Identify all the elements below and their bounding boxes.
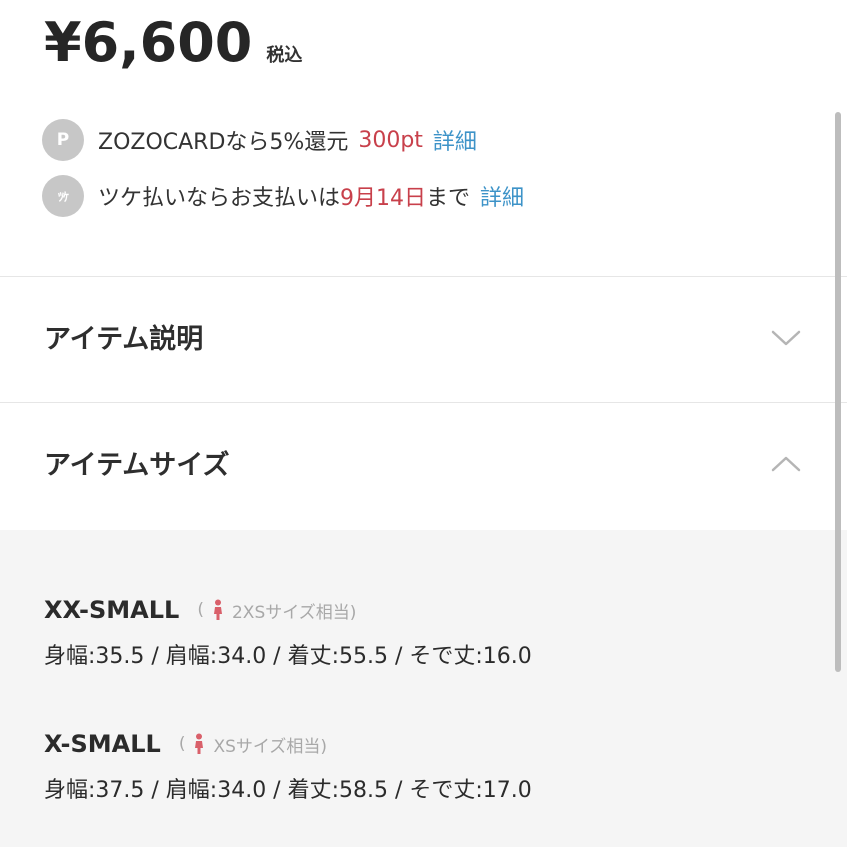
item-description-title: アイテム説明	[44, 324, 204, 355]
item-size-accordion[interactable]: アイテムサイズ	[0, 404, 847, 530]
zozocard-benefit: P ZOZOCARDなら5%還元 300pt 詳細	[42, 118, 477, 162]
divider	[0, 402, 847, 403]
tax-label: 税込	[266, 45, 303, 66]
zozocard-details-link[interactable]: 詳細	[433, 124, 477, 156]
size-measurements: 身幅:35.5 / 肩幅:34.0 / 着丈:55.5 / そで丈:16.0	[44, 644, 532, 669]
tsuke-benefit-text-before: ツケ払いならお支払いは	[98, 186, 341, 211]
size-equivalent: ( XSサイズ相当)	[179, 732, 327, 757]
item-description-accordion[interactable]: アイテム説明	[0, 278, 847, 402]
size-equivalent-open: (	[178, 734, 186, 754]
price-row: ¥6,600 税込	[44, 8, 302, 78]
tsuke-benefit-text-after: まで	[426, 186, 471, 211]
tsuke-icon: ﾂｹ	[42, 175, 84, 217]
payment-due-date: 9月14日	[340, 186, 427, 211]
size-entry: X-SMALL ( XSサイズ相当) 身幅:37.5 / 肩幅:34.0 / 着…	[44, 726, 532, 804]
chevron-up-icon	[771, 456, 801, 472]
size-measurements: 身幅:37.5 / 肩幅:34.0 / 着丈:58.5 / そで丈:17.0	[44, 778, 532, 803]
size-name-row: X-SMALL ( XSサイズ相当)	[44, 726, 532, 762]
size-equivalent: ( 2XSサイズ相当)	[197, 598, 356, 623]
size-name: X-SMALL	[44, 730, 161, 758]
vertical-scrollbar[interactable]	[835, 112, 841, 672]
price-section: ¥6,600 税込 P ZOZOCARDなら5%還元 300pt 詳細 ﾂｹ ツ…	[0, 0, 847, 276]
person-icon	[195, 733, 204, 754]
tsuke-details-link[interactable]: 詳細	[480, 180, 524, 212]
size-equivalent-text: 2XSサイズ相当)	[231, 602, 357, 623]
person-icon	[213, 599, 222, 620]
size-name: XX-SMALL	[44, 596, 180, 624]
size-equivalent-text: XSサイズ相当)	[213, 736, 328, 757]
item-size-panel: XX-SMALL ( 2XSサイズ相当) 身幅:35.5 / 肩幅:34.0 /…	[0, 530, 847, 847]
size-entry: XX-SMALL ( 2XSサイズ相当) 身幅:35.5 / 肩幅:34.0 /…	[44, 592, 532, 670]
points-value: 300pt	[358, 127, 423, 153]
point-icon: P	[42, 119, 84, 161]
divider	[0, 276, 847, 277]
size-name-row: XX-SMALL ( 2XSサイズ相当)	[44, 592, 532, 628]
tsuke-payment-benefit: ﾂｹ ツケ払いならお支払いは 9月14日 まで 詳細	[42, 174, 524, 218]
price-amount: ¥6,600	[44, 11, 253, 74]
item-size-title: アイテムサイズ	[44, 450, 230, 481]
item-detail-page: ¥6,600 税込 P ZOZOCARDなら5%還元 300pt 詳細 ﾂｹ ツ…	[0, 0, 847, 847]
zozocard-benefit-text: ZOZOCARDなら5%還元	[98, 130, 349, 155]
size-equivalent-open: (	[197, 600, 204, 620]
chevron-down-icon	[771, 330, 801, 346]
